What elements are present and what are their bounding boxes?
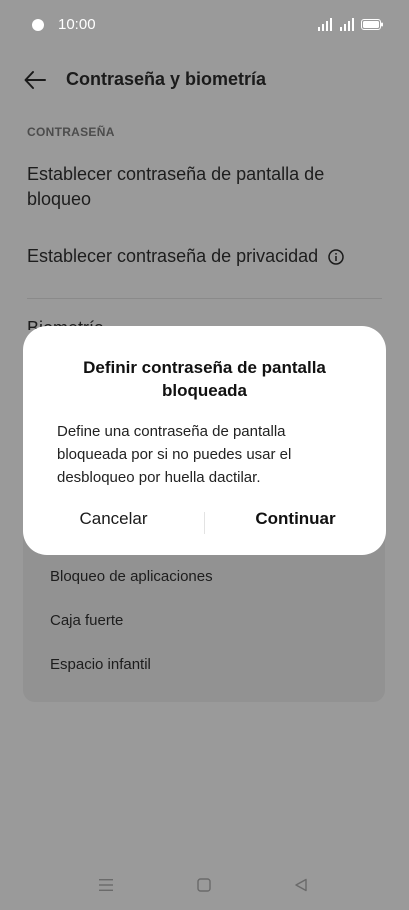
dialog-title: Definir contraseña de pantalla bloqueada xyxy=(83,358,326,400)
app-lock-item[interactable]: Bloqueo de aplicaciones xyxy=(50,568,213,585)
continue-button[interactable]: Continuar xyxy=(205,509,386,529)
page-title: Contraseña y biometría xyxy=(66,69,267,89)
signal-icon xyxy=(340,18,354,31)
navigation-bar xyxy=(0,870,409,900)
signal-icon xyxy=(318,18,332,31)
app-bar: Contraseña y biometría xyxy=(0,58,409,102)
set-privacy-password-row[interactable]: Establecer contraseña de privacidad xyxy=(27,244,344,269)
dialog-buttons: Cancelar Continuar xyxy=(23,509,386,535)
status-time: 10:00 xyxy=(58,16,96,33)
status-bar: 10:00 xyxy=(0,0,409,50)
home-icon[interactable] xyxy=(197,878,211,892)
set-lockscreen-password-row[interactable]: Establecer contraseña de pantalla de blo… xyxy=(27,162,357,212)
back-triangle-icon[interactable] xyxy=(294,878,308,892)
divider xyxy=(27,298,382,299)
arrow-left-icon[interactable] xyxy=(24,70,46,90)
info-icon[interactable] xyxy=(328,248,344,265)
notification-dot-icon xyxy=(32,19,44,31)
set-lockscreen-password-dialog: Definir contraseña de pantalla bloqueada… xyxy=(23,326,386,555)
safe-item[interactable]: Caja fuerte xyxy=(50,612,123,629)
status-icons xyxy=(317,17,383,31)
section-header-password: CONTRASEÑA xyxy=(27,125,115,139)
battery-icon xyxy=(361,18,383,30)
kids-space-item[interactable]: Espacio infantil xyxy=(50,656,151,673)
recent-apps-icon[interactable] xyxy=(98,878,114,892)
dialog-body: Define una contraseña de pantalla bloque… xyxy=(57,423,292,486)
cancel-button[interactable]: Cancelar xyxy=(23,509,204,529)
set-privacy-password-label: Establecer contraseña de privacidad xyxy=(27,246,319,266)
